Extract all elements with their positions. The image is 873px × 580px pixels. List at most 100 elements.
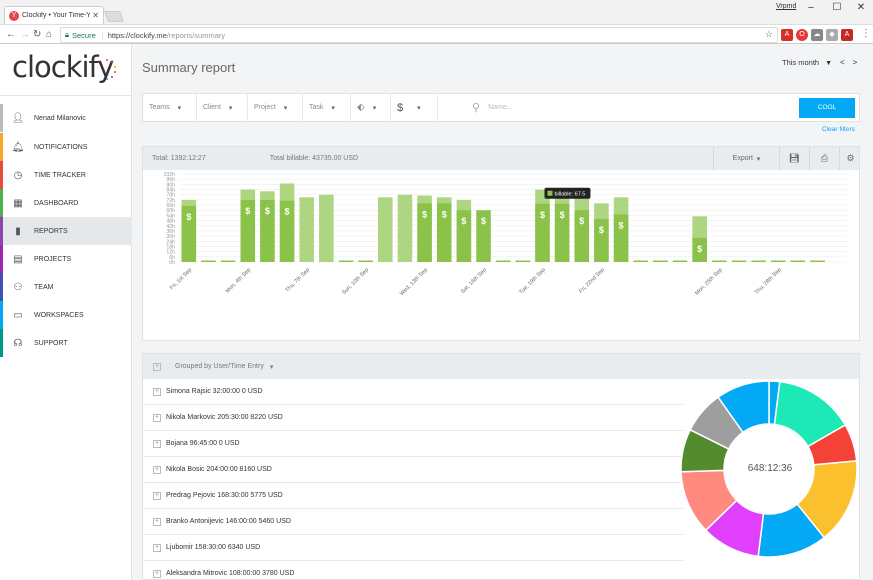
billable-filter[interactable]: $ ▾ (391, 93, 438, 122)
back-icon[interactable]: ← (6, 29, 16, 41)
client-filter[interactable]: Client ▾ (197, 93, 248, 122)
x-tick-label: Thu, 7th Sep (285, 267, 312, 294)
chevron-down-icon: ▾ (283, 104, 288, 112)
minimize-icon[interactable]: – (798, 1, 824, 15)
bar-empty (790, 260, 806, 262)
forward-icon[interactable]: → (20, 29, 30, 41)
grouping-header[interactable]: + Grouped by User/Time Entry ▾ (143, 354, 859, 379)
sidebar-item-label: DASHBOARD (34, 199, 79, 207)
logo-clock-icon (106, 59, 116, 80)
period-label: This month (782, 58, 820, 67)
bar-empty (810, 260, 825, 262)
pdf-icon[interactable]: A (841, 29, 853, 41)
list-item[interactable]: + Nikola Markovic 205:30:00 8220 USD (143, 405, 683, 431)
cloud-icon[interactable]: ☁ (811, 29, 823, 41)
period-selector[interactable]: This month ▼ (782, 58, 832, 67)
next-period-button[interactable]: > (853, 58, 866, 67)
new-tab-button[interactable] (103, 11, 125, 22)
expand-icon[interactable]: + (153, 439, 161, 448)
chevron-down-icon: ▾ (331, 104, 335, 112)
task-filter[interactable]: Task ▾ (303, 93, 351, 122)
expand-icon[interactable]: + (153, 517, 161, 526)
maximize-icon[interactable]: ☐ (824, 1, 850, 15)
teams-filter[interactable]: Teams ▾ (143, 93, 197, 122)
list-item-text: Aleksandra Mitrovic 108:00:00 3780 USD (166, 570, 295, 577)
list-item[interactable]: + Bojana 96:45:00 0 USD (143, 431, 683, 457)
y-tick-label: 90h (166, 182, 175, 188)
y-tick-label: 30h (166, 234, 175, 240)
billable-dollar-icon: $ (245, 206, 250, 216)
bar-total (378, 197, 393, 262)
billable-value: 43735.00 USD (312, 155, 359, 162)
shield-icon[interactable]: ◆ (826, 29, 838, 41)
save-icon[interactable]: 💾︎ (779, 147, 809, 170)
billable-dollar-icon: $ (186, 212, 191, 222)
bar-empty (653, 260, 668, 262)
list-item[interactable]: + Aleksandra Mitrovic 108:00:00 3780 USD (143, 561, 683, 579)
teams-filter-label: Teams (149, 104, 170, 111)
sidebar-item-accent (0, 329, 3, 357)
list-item-text: Nikola Markovic 205:30:00 8220 USD (166, 414, 283, 421)
settings-gear-icon[interactable]: ⚙ (839, 147, 861, 170)
menu-icon[interactable]: ⋮ (861, 28, 871, 40)
opera-icon[interactable]: O (796, 29, 808, 41)
profile-name[interactable]: Vrpmd (776, 3, 796, 10)
tab-title: Clockify • Your Time-You (22, 12, 91, 19)
billable-label: Total billable: (269, 155, 311, 162)
project-filter[interactable]: Project ▾ (248, 93, 303, 122)
sidebar-item-time-tracker[interactable]: ◷ TIME TRACKER (0, 161, 132, 189)
sidebar-item-team[interactable]: ⚇ TEAM (0, 273, 132, 301)
document-icon: ▤ (13, 253, 23, 265)
expand-icon[interactable]: + (153, 491, 161, 500)
list-item[interactable]: + Simona Rajsic 32:00:00 0 USD (143, 379, 683, 405)
search-placeholder: Name... (488, 104, 513, 111)
search-field[interactable]: ⚲ Name... (438, 101, 799, 114)
sidebar-item-projects[interactable]: ▤ PROJECTS (0, 245, 132, 273)
tag-filter[interactable]: ⬖ ▾ (351, 93, 391, 122)
lock-icon: 🔒︎ (65, 30, 69, 39)
home-icon[interactable]: ⌂ (46, 29, 52, 41)
list-item[interactable]: + Predrag Pejovic 168:30:00 5775 USD (143, 483, 683, 509)
sidebar-item-notifications[interactable]: 🔔︎ NOTIFICATIONS (0, 133, 132, 161)
export-dropdown[interactable]: Export ▾ (713, 147, 779, 170)
list-item[interactable]: + Branko Antonijevic 146:00:00 5460 USD (143, 509, 683, 535)
expand-icon[interactable]: + (153, 543, 161, 552)
list-item[interactable]: + Nikola Bosic 204:00:00 8160 USD (143, 457, 683, 483)
x-tick-label: Mon, 4th Sep (225, 267, 252, 294)
browser-tab[interactable]: Y Clockify • Your Time-You ✕ (4, 6, 104, 24)
tab-bar: Y Clockify • Your Time-You ✕ Vrpmd – ☐ ✕ (0, 0, 873, 24)
sidebar-item-nenad-milanovic[interactable]: 👤︎ Nenad Milanovic (0, 104, 132, 132)
billable-dollar-icon: $ (481, 216, 486, 226)
sidebar-item-label: TEAM (34, 283, 54, 291)
expand-icon[interactable]: + (153, 465, 161, 474)
expand-icon[interactable]: + (153, 569, 161, 578)
expand-all-icon[interactable]: + (153, 362, 161, 371)
bar-chart: 0h6h12h18h24h30h36h42h48h54h60h66h72h78h… (163, 172, 847, 297)
bar-total (397, 194, 413, 262)
list-item-text: Predrag Pejovic 168:30:00 5775 USD (166, 492, 283, 499)
sidebar-item-reports[interactable]: ▮ REPORTS (0, 217, 132, 245)
extension-icon[interactable]: A (781, 29, 793, 41)
reload-icon[interactable]: ↻ (33, 29, 41, 41)
sidebar-item-dashboard[interactable]: ▦ DASHBOARD (0, 189, 132, 217)
clockify-logo[interactable]: clockify (12, 50, 114, 84)
grouping-label: Grouped by User/Time Entry (175, 363, 264, 370)
sidebar-item-accent (0, 301, 3, 329)
chevron-down-icon: ▾ (756, 155, 761, 163)
bookmark-star-icon[interactable]: ☆ (765, 29, 773, 40)
print-icon[interactable]: ⎙ (809, 147, 839, 170)
y-tick-label: 18h (166, 244, 175, 250)
close-window-icon[interactable]: ✕ (848, 1, 873, 15)
url-input[interactable]: 🔒︎ Secure | https://clockify.me/reports/… (60, 27, 778, 43)
clear-filters-link[interactable]: Clear filters (822, 126, 855, 133)
sidebar-item-support[interactable]: ☊ SUPPORT (0, 329, 132, 357)
close-tab-icon[interactable]: ✕ (92, 11, 99, 20)
list-item[interactable]: + Ljubomir 158:30:00 6340 USD (143, 535, 683, 561)
chevron-down-icon: ▼ (825, 60, 833, 67)
sidebar-item-workspaces[interactable]: ▭ WORKSPACES (0, 301, 132, 329)
expand-icon[interactable]: + (153, 387, 161, 396)
billable-dollar-icon: $ (285, 207, 290, 217)
apply-filter-button[interactable]: COOL (799, 97, 855, 118)
expand-icon[interactable]: + (153, 413, 161, 422)
prev-period-button[interactable]: < (840, 58, 853, 67)
